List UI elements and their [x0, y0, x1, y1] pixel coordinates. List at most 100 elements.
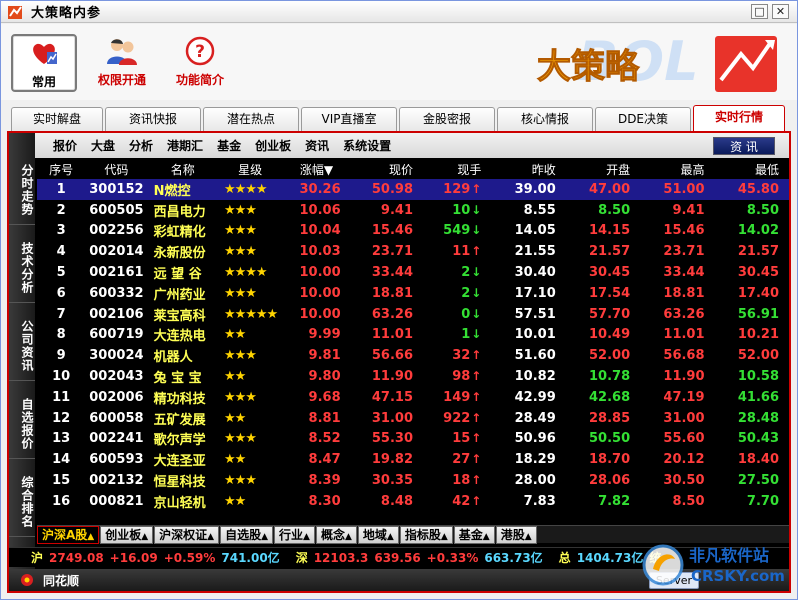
- cell-name: N燃控: [147, 179, 218, 200]
- tab-potential-hotspots[interactable]: 潜在热点: [203, 107, 299, 131]
- cell-open: 8.50: [598, 202, 631, 218]
- table-row[interactable]: 2 600505 西昌电力 ★★★ 10.06 9.41 10↓ 8.55 8.50 9.41 8.…: [37, 200, 789, 221]
- cell-change: 30.26: [282, 179, 351, 200]
- table-row[interactable]: 15 002132 恒星科技 ★★★ 8.39 30.35 18↑ 28.00 28.06 30.…: [37, 470, 789, 491]
- cell-low: 45.80: [714, 179, 789, 200]
- tab-core-intel[interactable]: 核心情报: [497, 107, 593, 131]
- cell-high: 11.90: [663, 369, 705, 385]
- table-row[interactable]: 7 002106 莱宝高科 ★★★★★ 10.00 63.26 0↓ 57.51 57.70 63…: [37, 304, 789, 325]
- col-prev-close[interactable]: 昨收: [491, 159, 566, 179]
- col-change[interactable]: 涨幅▼: [282, 159, 351, 179]
- menu-hk-futures-fx[interactable]: 港期汇: [167, 137, 203, 154]
- table-row[interactable]: 9 300024 机器人 ★★★ 9.81 56.66 32↑ 51.60 52.00 56.68…: [37, 345, 789, 366]
- col-open[interactable]: 开盘: [565, 159, 641, 179]
- tool-permission-button[interactable]: 权限开通: [87, 34, 157, 92]
- col-stars[interactable]: 星级: [217, 159, 283, 179]
- cell-prev-close: 8.55: [523, 202, 556, 218]
- tab-dde-decision[interactable]: DDE决策: [595, 107, 691, 131]
- cell-stars: ★★★: [223, 389, 257, 405]
- table-row[interactable]: 12 600058 五矿发展 ★★ 8.81 31.00 922↑ 28.49 28.85 31.…: [37, 408, 789, 429]
- table-row[interactable]: 8 600719 大连热电 ★★ 9.99 11.01 1↓ 10.01 10.49 11.01 1…: [37, 325, 789, 346]
- table-row[interactable]: 10 002043 兔 宝 宝 ★★ 9.80 11.90 98↑ 10.82 10.78 11.…: [37, 366, 789, 387]
- market-tab-funds[interactable]: 基金▲: [453, 526, 495, 544]
- market-tab-index-stocks[interactable]: 指标股▲: [399, 526, 453, 544]
- col-name[interactable]: 名称: [147, 159, 218, 179]
- nav-watchlist[interactable]: 自选报价: [9, 389, 35, 459]
- cell-open: 47.00: [565, 179, 641, 200]
- tab-golden-stock[interactable]: 金股密报: [399, 107, 495, 131]
- menu-market[interactable]: 大盘: [91, 137, 115, 154]
- cell-change: 9.80: [308, 369, 341, 385]
- nav-ranking[interactable]: 综合排名: [9, 467, 35, 537]
- ticker-sz-index: 12103.3: [313, 550, 369, 565]
- table-row[interactable]: 5 002161 远 望 谷 ★★★★ 10.00 33.44 2↓ 30.40 30.45 33…: [37, 262, 789, 283]
- tool-common-button[interactable]: 常用: [11, 34, 77, 92]
- menu-gem[interactable]: 创业板: [255, 137, 291, 154]
- tab-realtime-quotes[interactable]: 实时行情: [693, 105, 785, 131]
- market-tab-industry[interactable]: 行业▲: [274, 526, 315, 544]
- table-row[interactable]: 3 002256 彩虹精化 ★★★ 10.04 15.46 549↓ 14.05 14.15 15…: [37, 221, 789, 242]
- market-tab-gem[interactable]: 创业板▲: [100, 526, 154, 544]
- minimize-button[interactable]: □: [751, 4, 768, 19]
- cell-low: 27.50: [737, 473, 779, 489]
- cell-volume: 32↑: [452, 348, 482, 364]
- col-low[interactable]: 最低: [714, 159, 789, 179]
- col-high[interactable]: 最高: [640, 159, 715, 179]
- cell-no: 9: [56, 348, 66, 364]
- market-tab-warrants[interactable]: 沪深权证▲: [154, 526, 220, 544]
- market-tab-hk[interactable]: 港股▲: [495, 526, 537, 544]
- market-tab-a-shares[interactable]: 沪深A股▲: [37, 526, 100, 544]
- table-row[interactable]: 14 600593 大连圣亚 ★★ 8.47 19.82 27↑ 18.29 18.70 20.1…: [37, 449, 789, 470]
- cell-name: 京山轻机: [153, 495, 206, 511]
- col-price[interactable]: 现价: [350, 159, 423, 179]
- tab-news-flash[interactable]: 资讯快报: [105, 107, 201, 131]
- cell-price: 8.48: [380, 493, 413, 509]
- market-tab-concept[interactable]: 概念▲: [315, 526, 357, 544]
- nav-company-info[interactable]: 公司资讯: [9, 311, 35, 381]
- menu-news[interactable]: 资讯: [305, 137, 329, 154]
- col-code[interactable]: 代码: [85, 159, 148, 179]
- tab-vip-live[interactable]: VIP直播室: [301, 107, 397, 131]
- quote-table: 序号 代码 名称 星级 涨幅▼ 现价 现手 昨收 开盘 最高 最低 1 30015…: [37, 159, 789, 512]
- col-no[interactable]: 序号: [37, 159, 86, 179]
- triangle-up-icon: ▲: [440, 532, 448, 542]
- tab-realtime-commentary[interactable]: 实时解盘: [11, 107, 103, 131]
- cell-prev-close: 39.00: [491, 179, 566, 200]
- cell-prev-close: 57.51: [514, 306, 556, 322]
- cell-prev-close: 28.49: [514, 410, 556, 426]
- arrow-up-icon: ↑: [471, 410, 482, 425]
- market-tab-watchlist[interactable]: 自选股▲: [220, 526, 274, 544]
- menu-funds[interactable]: 基金: [217, 137, 241, 154]
- table-row[interactable]: 1 300152 N燃控 ★★★★ 30.26 50.98 129↑ 39.00 47.00 51…: [37, 179, 789, 200]
- table-row[interactable]: 13 002241 歌尔声学 ★★★ 8.52 55.30 15↑ 50.96 50.50 55.…: [37, 429, 789, 450]
- news-button[interactable]: 资 讯: [713, 136, 775, 155]
- cell-no: 10: [52, 369, 71, 385]
- cell-high: 33.44: [663, 265, 705, 281]
- nav-technical[interactable]: 技术分析: [9, 233, 35, 303]
- ticker-sz-label: 深: [295, 551, 308, 565]
- table-row[interactable]: 16 000821 京山轻机 ★★ 8.30 8.48 42↑ 7.83 7.82 8.50 7.7…: [37, 491, 789, 512]
- cell-stars: ★★★: [223, 223, 257, 239]
- cell-change: 8.39: [308, 473, 341, 489]
- cell-prev-close: 21.55: [514, 244, 556, 260]
- table-row[interactable]: 4 002014 永新股份 ★★★ 10.03 23.71 11↑ 21.55 21.57 23.…: [37, 241, 789, 262]
- cell-volume: 42↑: [452, 493, 482, 509]
- ticker-sz-percent: +0.33%: [426, 550, 479, 565]
- triangle-up-icon: ▲: [482, 532, 490, 542]
- table-row[interactable]: 6 600332 广州药业 ★★★ 10.00 18.81 2↓ 17.10 17.54 18.8…: [37, 283, 789, 304]
- arrow-up-icon: ↑: [471, 369, 482, 384]
- market-tab-region[interactable]: 地域▲: [357, 526, 399, 544]
- close-button[interactable]: ✕: [772, 4, 789, 19]
- cell-change: 8.81: [308, 410, 341, 426]
- col-volume[interactable]: 现手: [423, 159, 492, 179]
- menu-settings[interactable]: 系统设置: [343, 137, 391, 154]
- nav-intraday[interactable]: 分时走势: [9, 155, 35, 225]
- table-row[interactable]: 11 002006 精功科技 ★★★ 9.68 47.15 149↑ 42.99 42.68 47…: [37, 387, 789, 408]
- cell-prev-close: 10.82: [514, 369, 556, 385]
- cell-stars: ★★★: [223, 285, 257, 301]
- tool-intro-button[interactable]: ? 功能简介: [165, 34, 235, 92]
- cell-stars: ★★: [223, 452, 246, 468]
- cell-code: 002014: [89, 244, 144, 260]
- menu-analysis[interactable]: 分析: [129, 137, 153, 154]
- menu-quotes[interactable]: 报价: [53, 137, 77, 154]
